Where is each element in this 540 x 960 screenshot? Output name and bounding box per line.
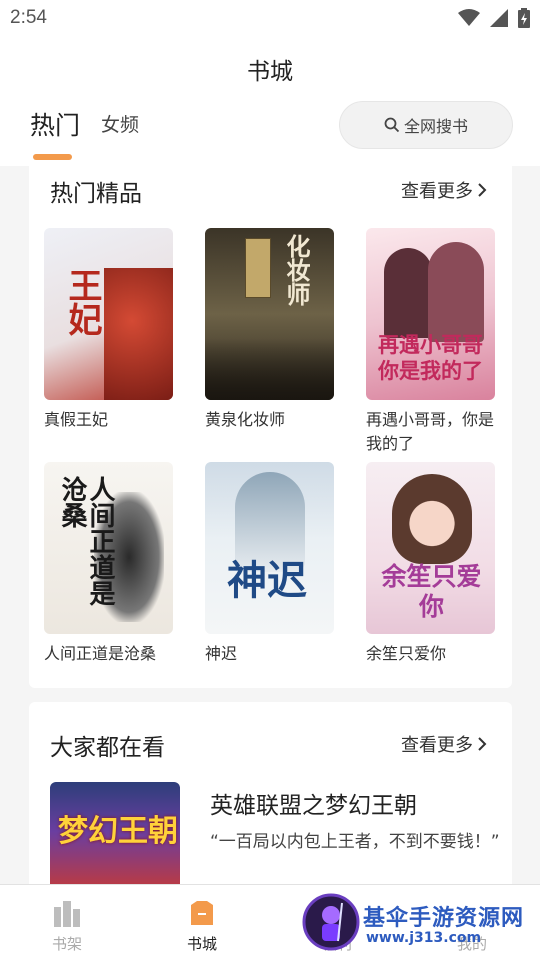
book-item[interactable]: 王妃 真假王妃 — [44, 228, 174, 432]
book-cover[interactable]: 王妃 — [44, 228, 173, 400]
search-label: 全网搜书 — [403, 117, 468, 136]
nav-bookstore[interactable]: 书城 — [147, 885, 257, 960]
tab-hot[interactable]: 热门 — [30, 106, 80, 142]
page-title: 书城 — [247, 59, 293, 85]
book-title: 余笙只爱你 — [366, 644, 447, 663]
view-more-link[interactable]: 查看更多 — [401, 177, 487, 203]
featured-book-cover[interactable]: 梦幻王朝 — [50, 782, 180, 892]
bookshelf-icon — [54, 901, 80, 927]
cover-title-text: 人间正道是沧桑 — [57, 476, 115, 606]
cover-title-text: 余笙只爱你 — [381, 562, 482, 621]
featured-book-title[interactable]: 英雄联盟之梦幻王朝 — [210, 786, 417, 820]
book-cover[interactable]: 再遇小哥哥你是我的了 — [366, 228, 495, 400]
view-more-label: 查看更多 — [401, 735, 473, 756]
book-title: 再遇小哥哥，你是我的了 — [366, 410, 495, 453]
active-tab-indicator — [33, 154, 72, 160]
search-button[interactable]: 全网搜书 — [339, 101, 513, 149]
cover-title-text: 神迟 — [227, 557, 307, 604]
status-icons — [458, 8, 530, 28]
chevron-right-icon — [478, 737, 487, 751]
status-bar: 2:54 — [0, 0, 540, 36]
book-cover[interactable]: 神迟 — [205, 462, 334, 634]
section-title: 热门精品 — [50, 181, 142, 207]
view-more-link[interactable]: 查看更多 — [401, 731, 487, 757]
wifi-icon — [458, 9, 480, 26]
tab-female[interactable]: 女频 — [101, 110, 139, 137]
watermark-url: www.j313.com — [366, 930, 482, 946]
book-title: 神迟 — [205, 644, 238, 663]
status-time: 2:54 — [10, 7, 47, 28]
book-title: 黄泉化妆师 — [205, 410, 286, 429]
book-item[interactable]: 神迟 神迟 — [205, 462, 335, 666]
signal-icon — [490, 9, 508, 27]
watermark-logo-icon — [302, 893, 360, 951]
book-item[interactable]: 余笙只爱你 余笙只爱你 — [366, 462, 496, 666]
search-icon — [384, 117, 400, 133]
battery-icon — [518, 8, 530, 28]
book-title: 人间正道是沧桑 — [44, 644, 157, 663]
cover-title-text: 王妃 — [62, 268, 102, 336]
book-item[interactable]: 再遇小哥哥你是我的了 再遇小哥哥，你是我的了 — [366, 228, 496, 456]
view-more-label: 查看更多 — [401, 181, 473, 202]
nav-label: 书城 — [186, 935, 217, 953]
book-title: 真假王妃 — [44, 410, 109, 429]
hot-section: 热门精品 查看更多 王妃 真假王妃 化妆师 黄泉化妆师 再遇小哥哥你是我的了 再… — [29, 166, 512, 688]
book-item[interactable]: 人间正道是沧桑 人间正道是沧桑 — [44, 462, 174, 666]
nav-bookshelf[interactable]: 书架 — [12, 885, 122, 960]
book-cover[interactable]: 人间正道是沧桑 — [44, 462, 173, 634]
watermark: 基伞手游资源网 www.j313.com — [300, 888, 540, 956]
section-title: 大家都在看 — [50, 735, 165, 761]
book-cover[interactable]: 化妆师 — [205, 228, 334, 400]
top-header: 书城 热门 女频 全网搜书 — [0, 36, 540, 166]
cover-title-text: 再遇小哥哥你是我的了 — [378, 332, 483, 383]
chevron-right-icon — [478, 183, 487, 197]
book-item[interactable]: 化妆师 黄泉化妆师 — [205, 228, 335, 432]
book-cover[interactable]: 余笙只爱你 — [366, 462, 495, 634]
nav-label: 书架 — [51, 935, 82, 953]
featured-book-description: “一百局以内包上王者，不到不要钱！” — [210, 832, 500, 852]
cover-title-text: 化妆师 — [282, 234, 311, 306]
bookstore-icon — [191, 901, 213, 925]
popular-section: 大家都在看 查看更多 梦幻王朝 英雄联盟之梦幻王朝 “一百局以内包上王者，不到不… — [29, 702, 512, 902]
cover-title-text: 梦幻王朝 — [58, 814, 178, 849]
watermark-title: 基伞手游资源网 — [363, 906, 525, 931]
